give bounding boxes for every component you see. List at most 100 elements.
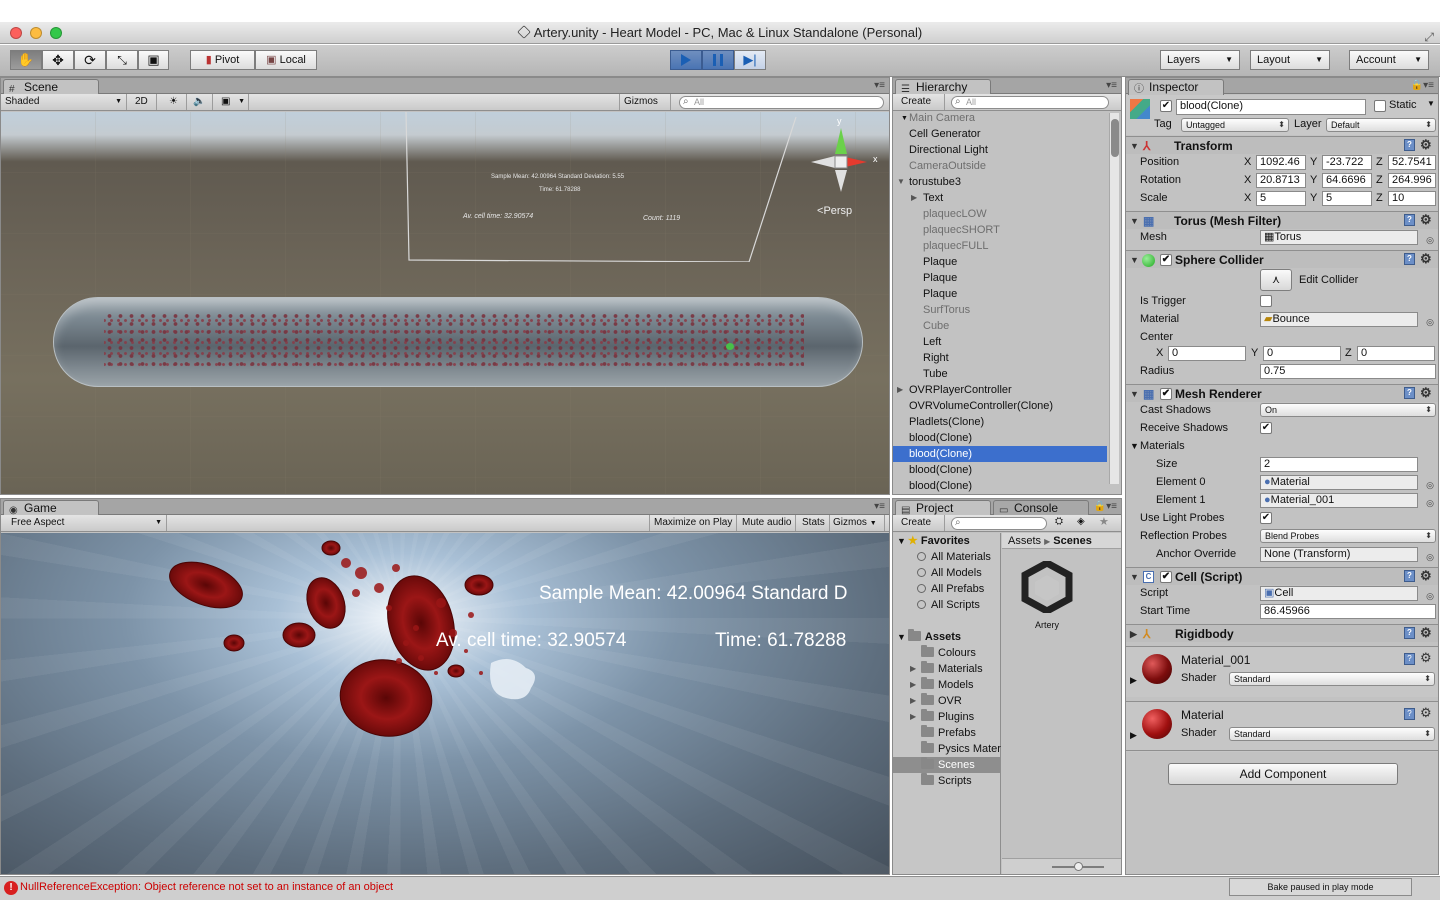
help-book-icon[interactable]: ? xyxy=(1404,387,1415,399)
gear-icon[interactable]: ⚙ xyxy=(1420,211,1432,229)
mesh-renderer-checkbox[interactable]: ✔ xyxy=(1160,388,1172,400)
start-time-field[interactable]: 86.45966 xyxy=(1260,604,1436,619)
hierarchy-item[interactable]: blood(Clone) xyxy=(893,446,1107,462)
stats-toggle[interactable]: Stats xyxy=(798,515,830,531)
help-book-icon[interactable]: ? xyxy=(1404,708,1415,720)
fold-open-icon[interactable]: ▼ xyxy=(897,174,905,190)
fold-closed-icon[interactable]: ▶ xyxy=(897,382,903,398)
rotation-z-field[interactable]: 264.996 xyxy=(1388,173,1436,188)
rigidbody-header[interactable]: ▶ ⅄ Rigidbody ? ⚙ xyxy=(1126,624,1438,642)
radius-field[interactable]: 0.75 xyxy=(1260,364,1436,379)
material-preview-1[interactable]: ▶ Material Shader Standard ?⚙ xyxy=(1126,701,1438,752)
hierarchy-scrollbar[interactable] xyxy=(1109,113,1119,484)
favorites-header[interactable]: ▼ ★ Favorites xyxy=(893,533,1001,549)
hierarchy-item[interactable]: ▶ OVRPlayerController xyxy=(893,382,1107,398)
element0-field[interactable]: ●Material xyxy=(1260,475,1418,490)
hand-tool-button[interactable]: ✋ xyxy=(10,50,42,70)
hierarchy-item[interactable]: blood(Clone) xyxy=(893,430,1107,446)
favorite-item[interactable]: All Materials xyxy=(893,549,1001,565)
hierarchy-item[interactable]: ▼ torustube3 xyxy=(893,174,1107,190)
favorite-item[interactable]: All Prefabs xyxy=(893,581,1001,597)
light-probes-checkbox[interactable]: ✔ xyxy=(1260,512,1272,524)
asset-folder-item[interactable]: Scripts xyxy=(893,773,1001,789)
breadcrumb-current[interactable]: Scenes xyxy=(1053,535,1092,547)
hierarchy-item[interactable]: Left xyxy=(893,334,1107,350)
mesh-field[interactable]: ▦Torus xyxy=(1260,230,1418,245)
center-z-field[interactable]: 0 xyxy=(1357,346,1435,361)
rect-tool-button[interactable]: ▣ xyxy=(138,50,169,70)
shading-mode-dropdown[interactable]: Shaded ▼ xyxy=(1,94,127,110)
help-book-icon[interactable]: ? xyxy=(1404,570,1415,582)
fold-closed-icon[interactable]: ▶ xyxy=(910,661,916,677)
lock-icon[interactable]: 🔒▾≡ xyxy=(1411,80,1434,91)
scale-tool-button[interactable]: ⤡ xyxy=(106,50,138,70)
script-field[interactable]: ▣Cell xyxy=(1260,586,1418,601)
hierarchy-item[interactable]: ▶ Text xyxy=(893,190,1107,206)
is-trigger-checkbox[interactable] xyxy=(1260,295,1272,307)
mesh-renderer-header[interactable]: ▼ ▦ ✔ Mesh Renderer ? ⚙ xyxy=(1126,384,1438,402)
asset-folder-item[interactable]: ▶ OVR xyxy=(893,693,1001,709)
hierarchy-item[interactable]: Pladlets(Clone) xyxy=(893,414,1107,430)
audio-toggle[interactable]: 🔈 xyxy=(187,94,213,110)
static-checkbox[interactable] xyxy=(1374,100,1386,112)
panel-menu-icon[interactable]: ▾≡ xyxy=(1106,80,1117,91)
help-book-icon[interactable]: ? xyxy=(1404,139,1415,151)
shader-dropdown[interactable]: Standard xyxy=(1229,672,1435,686)
hierarchy-item[interactable]: OVRVolumeController(Clone) xyxy=(893,398,1107,414)
tag-dropdown[interactable]: Untagged xyxy=(1181,118,1289,132)
game-viewport[interactable]: Sample Mean: 42.00964 Standard D Av. cel… xyxy=(1,533,889,874)
help-book-icon[interactable]: ? xyxy=(1404,653,1415,665)
scene-gizmos-dropdown[interactable]: Gizmos ▼ xyxy=(619,94,671,122)
sphere-collider-checkbox[interactable]: ✔ xyxy=(1160,254,1172,266)
hierarchy-search-input[interactable]: All xyxy=(951,96,1109,109)
help-book-icon[interactable]: ? xyxy=(1404,627,1415,639)
fold-closed-icon[interactable]: ▶ xyxy=(910,709,916,725)
sphere-collider-header[interactable]: ▼ ✔ Sphere Collider ? ⚙ xyxy=(1126,250,1438,268)
mesh-filter-header[interactable]: ▼ ▦ Torus (Mesh Filter) ? ⚙ xyxy=(1126,211,1438,229)
center-x-field[interactable]: 0 xyxy=(1168,346,1246,361)
static-dropdown-arrow[interactable]: ▼ xyxy=(1427,99,1435,108)
project-search-input[interactable] xyxy=(951,517,1047,530)
object-picker-icon[interactable]: ◎ xyxy=(1426,231,1434,249)
hierarchy-item[interactable]: Plaque xyxy=(893,286,1107,302)
rotation-x-field[interactable]: 20.8713 xyxy=(1256,173,1306,188)
scale-z-field[interactable]: 10 xyxy=(1388,191,1436,206)
reflection-probes-dropdown[interactable]: Blend Probes xyxy=(1260,529,1436,543)
gear-icon[interactable]: ⚙ xyxy=(1420,567,1432,585)
hierarchy-item[interactable]: Plaque xyxy=(893,270,1107,286)
receive-shadows-checkbox[interactable]: ✔ xyxy=(1260,422,1272,434)
asset-folder-item[interactable]: Scenes xyxy=(893,757,1001,773)
tab-inspector[interactable]: ⓘ Inspector xyxy=(1128,79,1224,95)
projection-label[interactable]: <Persp xyxy=(817,205,852,217)
center-y-field[interactable]: 0 xyxy=(1263,346,1341,361)
account-dropdown[interactable]: Account ▼ xyxy=(1349,50,1429,70)
tab-project[interactable]: ▤ Project xyxy=(895,500,991,516)
collider-material-field[interactable]: ▰Bounce xyxy=(1260,312,1418,327)
filter-by-label-icon[interactable]: ◈ xyxy=(1077,516,1085,527)
element1-field[interactable]: ●Material_001 xyxy=(1260,493,1418,508)
materials-size-field[interactable]: 2 xyxy=(1260,457,1418,472)
favorite-star-icon[interactable]: ★ xyxy=(1099,515,1109,528)
object-active-checkbox[interactable]: ✔ xyxy=(1160,100,1172,112)
hierarchy-item[interactable]: blood(Clone) xyxy=(893,478,1107,494)
maximize-on-play-toggle[interactable]: Maximize on Play xyxy=(649,515,738,531)
zoom-window-button[interactable] xyxy=(50,27,62,39)
gear-icon[interactable]: ⚙ xyxy=(1420,650,1432,666)
hierarchy-item[interactable]: Directional Light xyxy=(893,142,1107,158)
material-preview-0[interactable]: ▶ Material_001 Shader Standard ?⚙ xyxy=(1126,646,1438,697)
anchor-override-field[interactable]: None (Transform) xyxy=(1260,547,1418,562)
2d-toggle[interactable]: 2D xyxy=(131,94,157,110)
add-component-button[interactable]: Add Component xyxy=(1168,763,1398,785)
favorite-item[interactable]: All Scripts xyxy=(893,597,1001,613)
tab-hierarchy[interactable]: ☰ Hierarchy xyxy=(895,79,991,95)
asset-folder-item[interactable]: ▶ Plugins xyxy=(893,709,1001,725)
shader-dropdown[interactable]: Standard xyxy=(1229,727,1435,741)
asset-artery[interactable]: Artery xyxy=(1011,559,1083,631)
fold-closed-icon[interactable]: ▶ xyxy=(911,190,917,206)
artery-tube[interactable] xyxy=(53,297,863,387)
help-book-icon[interactable]: ? xyxy=(1404,253,1415,265)
hierarchy-item[interactable]: Main Camera xyxy=(893,110,1107,126)
asset-folder-item[interactable]: ▶ Materials xyxy=(893,661,1001,677)
hierarchy-item[interactable]: blood(Clone) xyxy=(893,462,1107,478)
tab-console[interactable]: ▭ Console xyxy=(993,500,1089,516)
